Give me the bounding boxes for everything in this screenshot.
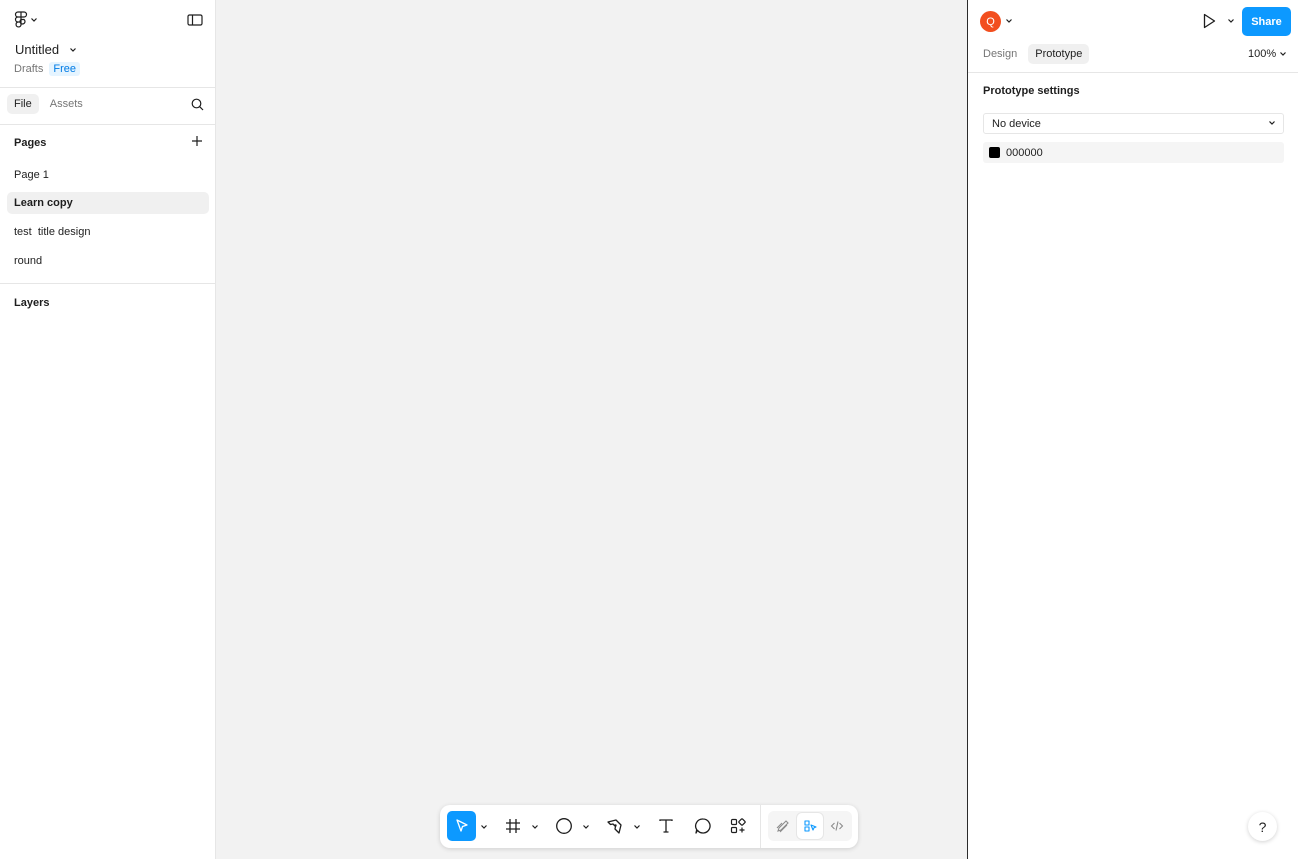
- file-title: Untitled: [15, 42, 60, 57]
- move-tool-button[interactable]: [447, 811, 476, 841]
- toolbar-divider: [760, 805, 761, 848]
- chevron-down-icon[interactable]: [480, 823, 488, 831]
- page-item-page-1[interactable]: Page 1: [7, 164, 209, 186]
- pages-heading: Pages: [14, 137, 47, 149]
- prototype-settings-title: Prototype settings: [983, 85, 1080, 97]
- chevron-down-icon[interactable]: [531, 823, 539, 831]
- canvas[interactable]: [216, 0, 967, 859]
- zoom-dropdown[interactable]: 100%: [1248, 48, 1287, 60]
- right-panel: Q Share Design Prototype 100% Prototype …: [967, 0, 1298, 859]
- play-icon: [1203, 13, 1216, 29]
- mode-switcher: [768, 811, 852, 841]
- page-item-test-title-design[interactable]: test title design: [7, 221, 209, 243]
- text-icon: [659, 819, 673, 833]
- tab-prototype[interactable]: Prototype: [1028, 44, 1090, 64]
- background-color-value[interactable]: 000000: [1006, 147, 1043, 159]
- left-panel: Untitled Drafts Free File Assets Pages P…: [0, 0, 216, 859]
- chevron-down-icon: [70, 47, 77, 52]
- chevron-down-icon: [31, 18, 37, 22]
- background-color-field[interactable]: 000000: [983, 142, 1284, 163]
- comment-icon: [695, 818, 711, 834]
- layers-heading: Layers: [14, 297, 50, 309]
- dev-mode-button[interactable]: [824, 813, 850, 839]
- text-tool-button[interactable]: [655, 811, 677, 841]
- design-mode-icon: [804, 820, 817, 832]
- frame-tool-button[interactable]: [502, 811, 524, 841]
- sidebar-toggle-button[interactable]: [187, 13, 203, 30]
- design-mode-button[interactable]: [797, 813, 823, 839]
- file-title-button[interactable]: Untitled: [15, 42, 77, 57]
- plan-badge[interactable]: Free: [49, 62, 80, 76]
- add-page-button[interactable]: [191, 135, 203, 150]
- draw-mode-button[interactable]: [770, 813, 796, 839]
- code-icon: [830, 821, 844, 831]
- bottom-toolbar: [440, 805, 858, 848]
- draw-icon: [776, 820, 789, 833]
- left-tabs: File Assets: [7, 94, 90, 114]
- main-menu-button[interactable]: [14, 11, 38, 29]
- chevron-down-icon[interactable]: [1005, 17, 1013, 25]
- present-button[interactable]: [1200, 12, 1218, 33]
- chevron-down-icon[interactable]: [582, 823, 590, 831]
- comment-tool-button[interactable]: [692, 811, 714, 841]
- divider: [968, 72, 1298, 73]
- right-tabs: Design Prototype: [976, 44, 1090, 64]
- shape-tool-button[interactable]: [553, 811, 575, 841]
- search-button[interactable]: [191, 98, 204, 114]
- color-swatch[interactable]: [989, 147, 1000, 158]
- actions-tool-button[interactable]: [727, 811, 749, 841]
- pen-tool-button[interactable]: [604, 811, 626, 841]
- ellipse-icon: [556, 818, 572, 834]
- chevron-down-icon[interactable]: [1227, 17, 1235, 25]
- plus-icon: [192, 136, 202, 146]
- frame-icon: [506, 819, 520, 833]
- chevron-down-icon: [1269, 121, 1275, 125]
- search-icon: [191, 98, 204, 111]
- divider: [0, 283, 215, 284]
- avatar[interactable]: Q: [980, 11, 1001, 32]
- device-select[interactable]: No device: [983, 113, 1284, 134]
- actions-grid-icon: [730, 818, 746, 834]
- chevron-down-icon[interactable]: [633, 823, 641, 831]
- page-item-round[interactable]: round: [7, 250, 209, 272]
- tab-file[interactable]: File: [7, 94, 39, 114]
- share-button[interactable]: Share: [1242, 7, 1291, 36]
- tab-design[interactable]: Design: [976, 44, 1024, 64]
- pen-icon: [607, 819, 622, 834]
- sidebar-panel-icon: [187, 14, 203, 26]
- divider: [0, 87, 215, 88]
- page-item-learn-copy[interactable]: Learn copy: [7, 192, 209, 214]
- divider: [0, 124, 215, 125]
- chevron-down-icon: [1280, 52, 1287, 56]
- figma-logo-icon: [14, 11, 28, 28]
- file-location: Drafts Free: [14, 62, 80, 76]
- device-select-value: No device: [992, 117, 1041, 130]
- zoom-value: 100%: [1248, 48, 1277, 60]
- tab-assets[interactable]: Assets: [43, 94, 90, 114]
- drafts-link[interactable]: Drafts: [14, 63, 43, 75]
- help-button[interactable]: ?: [1248, 812, 1277, 841]
- cursor-arrow-icon: [455, 819, 468, 832]
